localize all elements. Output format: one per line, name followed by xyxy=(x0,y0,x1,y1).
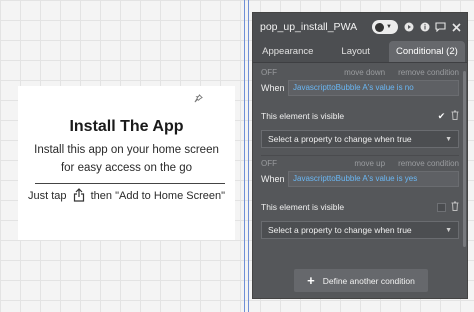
condition-2: OFF move up remove condition When Javasc… xyxy=(253,158,467,239)
info-icon[interactable] xyxy=(419,22,430,33)
tab-appearance[interactable]: Appearance xyxy=(253,41,323,62)
move-up-link[interactable]: move up xyxy=(354,159,385,168)
canvas-guide-left xyxy=(244,0,245,312)
tab-conditional[interactable]: Conditional (2) xyxy=(388,41,465,62)
popup-description: Install this app on your home screen for… xyxy=(30,141,223,177)
define-condition-button[interactable]: + Define another condition xyxy=(294,269,428,292)
popup-divider xyxy=(35,183,225,184)
chevron-down-icon: ▼ xyxy=(445,135,452,143)
panel-tabs: Appearance Layout Conditional (2) xyxy=(253,41,467,63)
condition-expression[interactable]: JavascripttoBubble A's value is yes xyxy=(288,171,459,187)
condition-toggle[interactable]: OFF xyxy=(261,68,277,77)
popup-desc-line1: Install this app on your home screen xyxy=(34,144,219,156)
condition-divider xyxy=(261,155,459,156)
when-label: When xyxy=(261,174,285,184)
trash-icon[interactable] xyxy=(451,201,459,213)
user-icon xyxy=(375,22,384,32)
property-select-value: Select a property to change when true xyxy=(268,225,412,235)
share-icon xyxy=(73,188,84,202)
install-app-popup[interactable]: Install The App Install this app on your… xyxy=(18,86,235,240)
canvas-guide-right xyxy=(248,0,249,312)
define-condition-label: Define another condition xyxy=(322,275,415,286)
element-name[interactable]: pop_up_install_PWA xyxy=(260,21,372,33)
hint-before: Just tap xyxy=(27,190,67,202)
property-select-value: Select a property to change when true xyxy=(268,134,412,144)
property-label: This element is visible xyxy=(261,202,345,212)
caret-down-icon: ▼ xyxy=(386,24,392,30)
property-select[interactable]: Select a property to change when true ▼ xyxy=(261,130,459,148)
chevron-down-icon: ▼ xyxy=(445,226,452,234)
condition-toggle[interactable]: OFF xyxy=(261,159,277,168)
move-down-link[interactable]: move down xyxy=(344,68,385,77)
popup-title: Install The App xyxy=(69,118,184,135)
close-icon[interactable] xyxy=(451,22,462,33)
pin-icon xyxy=(194,94,203,106)
remove-condition-link[interactable]: remove condition xyxy=(398,68,459,77)
panel-header: pop_up_install_PWA ▼ xyxy=(253,13,467,41)
comment-icon[interactable] xyxy=(435,22,446,33)
plus-icon: + xyxy=(307,273,315,288)
visible-checkbox[interactable]: ✔ xyxy=(437,111,446,121)
play-icon[interactable] xyxy=(403,22,414,33)
trash-icon[interactable] xyxy=(451,110,459,122)
element-type-toggle[interactable]: ▼ xyxy=(372,20,398,34)
visible-checkbox[interactable] xyxy=(437,202,446,212)
when-label: When xyxy=(261,83,285,93)
panel-scrollbar[interactable] xyxy=(463,71,466,247)
property-select[interactable]: Select a property to change when true ▼ xyxy=(261,221,459,239)
tab-layout[interactable]: Layout xyxy=(323,41,389,62)
hint-after: then "Add to Home Screen" xyxy=(90,190,226,202)
remove-condition-link[interactable]: remove condition xyxy=(398,159,459,168)
condition-1: OFF move down remove condition When Java… xyxy=(253,67,467,156)
property-editor[interactable]: pop_up_install_PWA ▼ Appearance Layout C… xyxy=(252,12,468,299)
popup-hint: Just tap then "Add to Home Screen" xyxy=(18,188,235,202)
popup-desc-line2: for easy access on the go xyxy=(60,162,193,174)
property-label: This element is visible xyxy=(261,111,345,121)
condition-expression[interactable]: JavascripttoBubble A's value is no xyxy=(288,80,459,96)
